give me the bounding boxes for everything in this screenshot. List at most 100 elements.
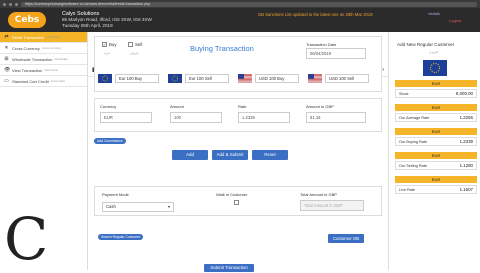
current-date: Tuesday 06th April, 2019 — [62, 23, 113, 28]
currency-badge: EUR — [395, 176, 477, 183]
payment-mode-select[interactable]: Cash ▾ — [102, 202, 174, 212]
currency-badge: EUR — [395, 128, 477, 135]
company-info: Calyx Solutions 85 Marlyon Road, Ilford,… — [62, 11, 152, 29]
sidebar-item-label: Standard Cart Credit — [12, 78, 49, 84]
rate-row: Our Average Rate 1.2256 — [395, 113, 477, 122]
walk-in-checkbox[interactable] — [234, 200, 239, 205]
sidebar-item-sub: retail trans — [46, 35, 61, 39]
sell-checkbox[interactable]: Sell — [128, 42, 142, 47]
currency-badge: EUR — [395, 80, 477, 87]
sell-sub: فروش — [130, 51, 139, 55]
currency-input[interactable]: EUR — [100, 112, 152, 123]
currency-badge: EUR — [395, 104, 477, 111]
rate-value: 8,000.00 — [455, 91, 473, 96]
page-title: Buying Transaction — [190, 44, 254, 53]
checkbox-icon: ✓ — [102, 42, 107, 47]
quick-button-label: USD 100 Buy — [255, 74, 299, 83]
card-icon: ▭ — [4, 77, 9, 84]
buy-sub: خرید — [104, 51, 110, 55]
user-name[interactable]: visitalk — [428, 11, 440, 16]
rate-label: Our Selling Rate — [399, 163, 427, 168]
rate-row: Live Rate 1.1607 — [395, 185, 477, 194]
rate-label: Our Buying Rate — [399, 139, 428, 144]
checkbox-icon — [234, 200, 239, 205]
amount-input[interactable]: 100 — [170, 112, 222, 123]
sidebar-item-sub: wholesale — [54, 57, 68, 61]
app-logo[interactable]: Cebs — [8, 12, 46, 28]
logout-link[interactable]: Logout — [449, 18, 461, 23]
add-customer-sub: افزودن — [429, 50, 438, 54]
tx-date-label: Transaction Date — [306, 42, 337, 47]
sidebar-item-label: View Transaction — [12, 67, 43, 73]
main-content: ✓ Buy Sell خرید فروش Buying Transaction T… — [88, 32, 388, 272]
total-gbp-label: Total Amount in GBP — [300, 192, 337, 197]
sidebar-item-cross-currency[interactable]: ✕ Cross Currency cross currency — [0, 43, 87, 54]
browser-bar: https://currencyexchangesoftware.co.uk/w… — [0, 0, 480, 8]
view-icon: 👁 — [4, 66, 11, 73]
search-customer-button[interactable]: Search Regular Customer — [98, 234, 144, 240]
rate-label: Rate — [238, 104, 247, 109]
rate-value: 1.1280 — [459, 163, 473, 168]
window-dot — [9, 2, 12, 6]
amount-label: Amount — [170, 104, 184, 109]
cross-icon: ✕ — [4, 44, 9, 51]
buy-checkbox[interactable]: ✓ Buy — [102, 42, 117, 47]
quick-usd-100-buy-button[interactable]: USD 100 Buy — [238, 74, 299, 83]
gbp-label: Amount In GBP — [306, 104, 334, 109]
big-c-decoration: C — [4, 205, 49, 273]
eu-flag-icon — [98, 74, 112, 83]
customer-db-button[interactable]: Customer DB — [328, 234, 364, 243]
submit-transaction-button[interactable]: Submit Transaction — [204, 264, 254, 272]
us-flag-icon — [238, 74, 252, 83]
currency-label: Currency — [100, 104, 117, 109]
eu-flag-icon — [168, 74, 182, 83]
sidebar-item-label: Wholesale Transaction — [12, 56, 53, 62]
rate-input[interactable]: 1.2339 — [238, 112, 290, 123]
window-dot — [3, 2, 6, 6]
currency-badge: EUR — [395, 152, 477, 159]
rate-label: Our Average Rate — [399, 115, 430, 120]
sidebar-item-retail-transaction[interactable]: ⇄ Retail Transaction retail trans — [0, 32, 87, 43]
quick-eur-100-buy-button[interactable]: Eur 100 Buy — [98, 74, 159, 83]
sidebar-item-sub: view trans — [44, 68, 58, 72]
sidebar-item-label: Cross Currency — [12, 45, 40, 51]
rate-label: Live Rate — [399, 187, 416, 192]
sidebar-item-view-transaction[interactable]: 👁 View Transaction view trans — [0, 65, 87, 76]
total-gbp-input[interactable]: Total Amount in GBP — [300, 200, 364, 211]
quick-button-label: Eur 100 Sell — [185, 74, 229, 83]
sanctions-notice[interactable]: GB Sanctions List updated to the latest … — [258, 12, 373, 17]
rate-row: Stock 8,000.00 — [395, 89, 477, 98]
window-dot — [15, 2, 18, 6]
transaction-icon: ⇄ — [4, 33, 9, 40]
sidebar-item-label: Retail Transaction — [12, 34, 45, 40]
sidebar-item-standard-cart-credit[interactable]: ▭ Standard Cart Credit card credit — [0, 76, 87, 87]
payment-mode-label: Payment Mode — [102, 192, 129, 197]
sidebar-item-wholesale-transaction[interactable]: ⊞ Wholesale Transaction wholesale — [0, 54, 87, 65]
walk-in-label: Walk in Customer — [216, 192, 248, 197]
tx-date-input[interactable]: 06/04/2019 — [306, 48, 366, 59]
add-submit-button[interactable]: Add & Submit — [212, 150, 248, 160]
rate-row: Our Buying Rate 1.2339 — [395, 137, 477, 146]
quick-button-label: Eur 100 Buy — [115, 74, 159, 83]
url-bar[interactable]: https://currencyexchangesoftware.co.uk/w… — [21, 1, 477, 7]
rate-row: Our Selling Rate 1.1280 — [395, 161, 477, 170]
buy-label: Buy — [109, 42, 117, 47]
rate-value: 1.2256 — [459, 115, 473, 120]
sell-label: Sell — [135, 42, 143, 47]
gbp-input[interactable]: 81.16 — [306, 112, 366, 123]
add-button[interactable]: Add — [172, 150, 208, 160]
us-flag-icon — [308, 74, 322, 83]
chevron-down-icon: ▾ — [167, 204, 170, 209]
wholesale-icon: ⊞ — [4, 55, 9, 62]
sidebar-item-sub: card credit — [50, 79, 65, 83]
rate-value: 1.2339 — [459, 139, 473, 144]
checkbox-icon — [128, 42, 133, 47]
quick-eur-100-sell-button[interactable]: Eur 100 Sell — [168, 74, 229, 83]
add-commission-button[interactable]: Add Commission — [94, 138, 126, 144]
reset-button[interactable]: Reset — [252, 150, 288, 160]
eu-flag-icon — [423, 60, 447, 76]
quick-usd-100-sell-button[interactable]: USD 100 Sell — [308, 74, 369, 83]
sidebar-item-sub: cross currency — [41, 46, 62, 50]
app-header: Cebs Calyx Solutions 85 Marlyon Road, Il… — [0, 8, 480, 32]
add-customer-title[interactable]: Add New Regular Customer — [397, 42, 454, 47]
